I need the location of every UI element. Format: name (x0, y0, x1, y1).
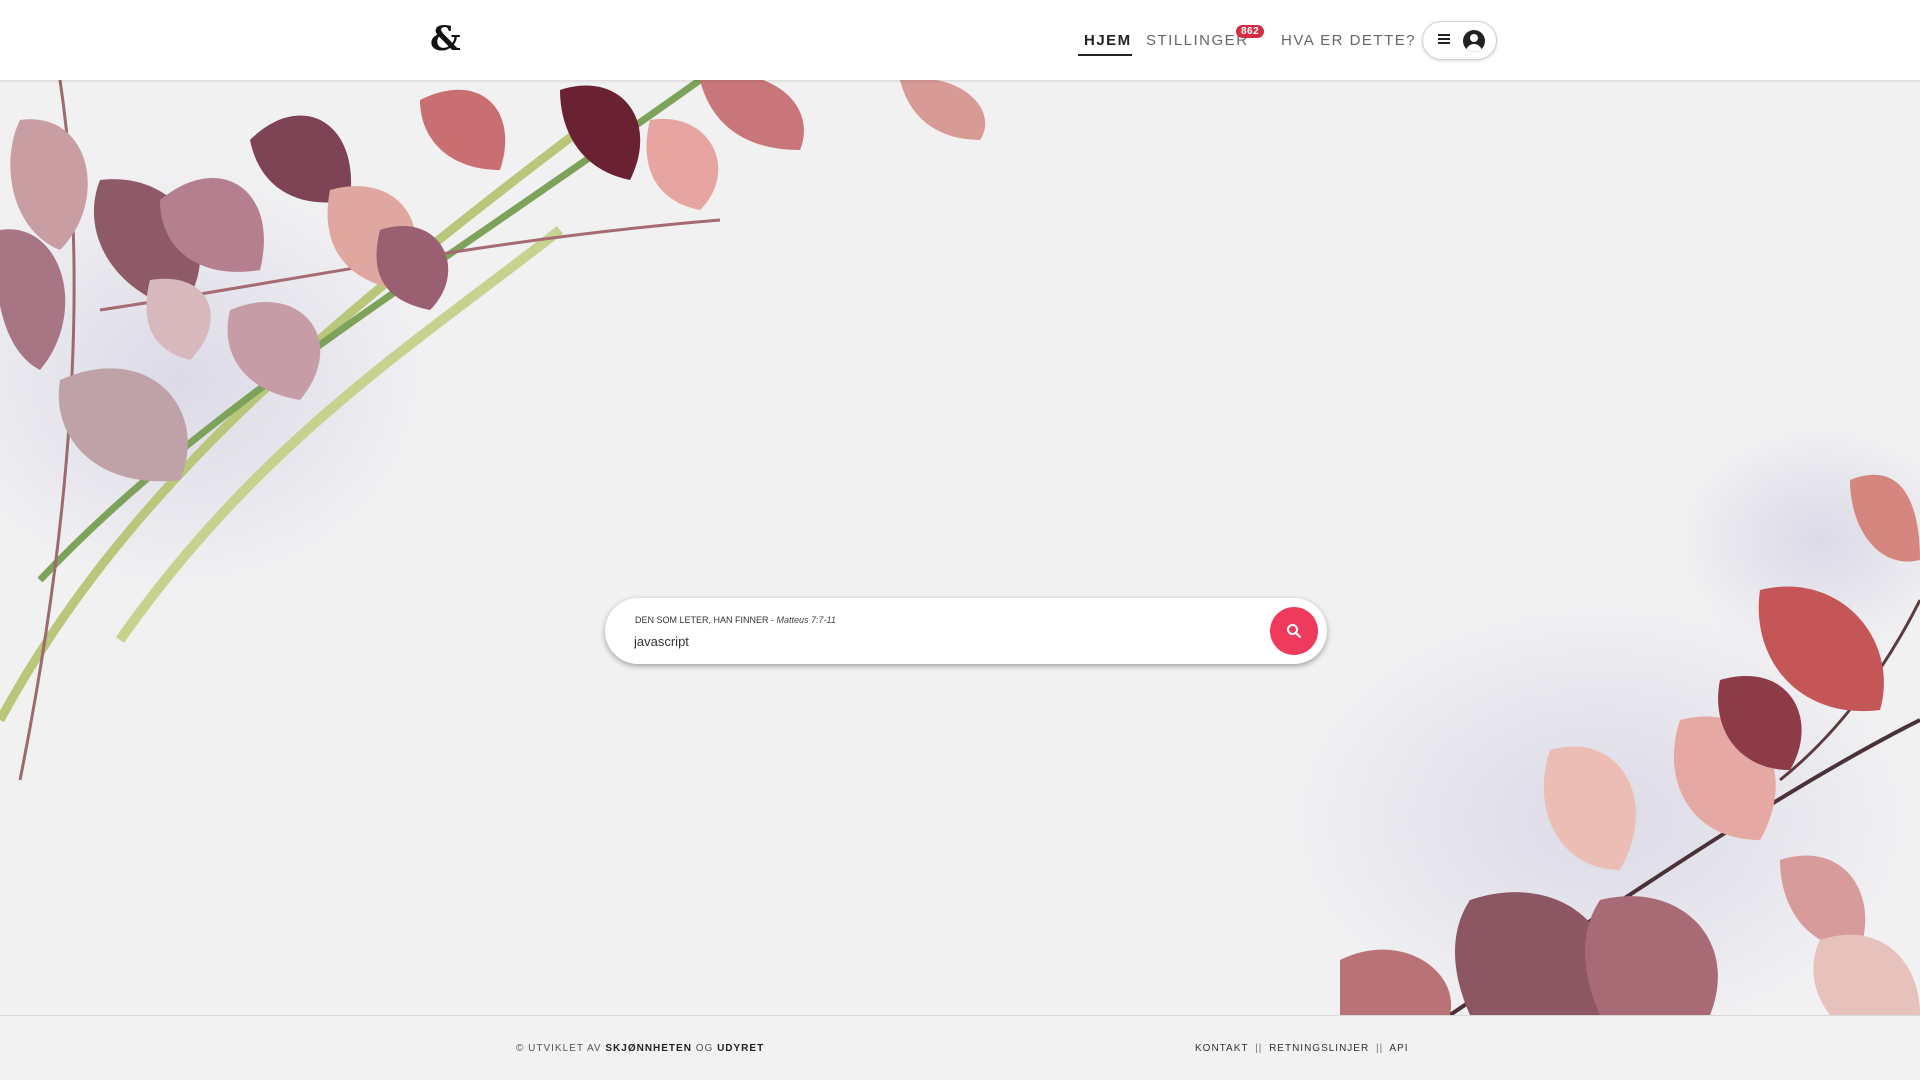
account-menu-button[interactable] (1422, 21, 1497, 60)
nav-home[interactable]: HJEM (1084, 32, 1132, 49)
menu-icon (1438, 34, 1450, 46)
nav-jobs[interactable]: STILLINGER (1146, 32, 1249, 49)
search-icon (1287, 624, 1301, 638)
search-bar: DEN SOM LETER, HAN FINNER - Matteus 7:7-… (605, 598, 1327, 664)
hero-section: DEN SOM LETER, HAN FINNER - Matteus 7:7-… (0, 80, 1920, 1015)
credit-prefix: © UTVIKLET AV (516, 1043, 606, 1054)
footer-link-api[interactable]: API (1389, 1043, 1408, 1054)
footer-links: KONTAKT || RETNINGSLINJER || API (1195, 1043, 1409, 1054)
active-nav-underline (1078, 54, 1132, 56)
jobs-count-badge: 862 (1236, 25, 1265, 38)
footer-separator: || (1255, 1043, 1263, 1054)
credit-name-1[interactable]: SKJØNNHETEN (605, 1043, 692, 1054)
search-label-text: DEN SOM LETER, HAN FINNER - (635, 615, 777, 625)
search-input[interactable] (634, 631, 1214, 651)
floral-decoration-image (0, 80, 1920, 1015)
top-navbar: & HJEM STILLINGER 862 HVA ER DETTE? (0, 0, 1920, 80)
footer-credit: © UTVIKLET AV SKJØNNHETEN OG UDYRET (516, 1043, 764, 1054)
search-label: DEN SOM LETER, HAN FINNER - Matteus 7:7-… (635, 615, 836, 625)
footer-link-contact[interactable]: KONTAKT (1195, 1043, 1248, 1054)
credit-name-2[interactable]: UDYRET (717, 1043, 764, 1054)
footer-link-guidelines[interactable]: RETNINGSLINJER (1269, 1043, 1369, 1054)
search-label-reference: Matteus 7:7-11 (776, 615, 836, 625)
footer: © UTVIKLET AV SKJØNNHETEN OG UDYRET KONT… (0, 1015, 1920, 1080)
footer-separator: || (1375, 1043, 1384, 1054)
logo[interactable]: & (430, 22, 461, 56)
credit-mid: OG (691, 1043, 718, 1054)
search-button[interactable] (1270, 607, 1318, 655)
user-icon (1463, 30, 1485, 52)
nav-about[interactable]: HVA ER DETTE? (1281, 32, 1416, 49)
